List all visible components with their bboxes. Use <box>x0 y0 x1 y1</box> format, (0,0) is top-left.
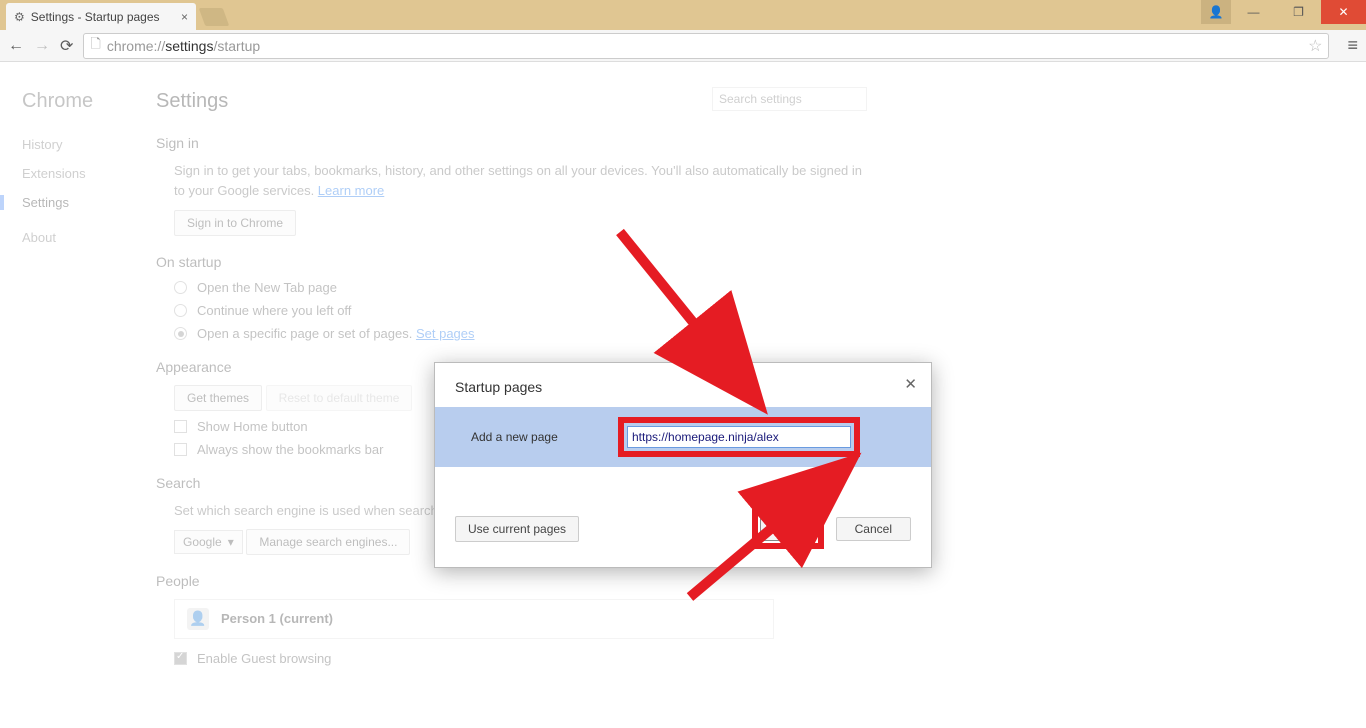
forward-icon[interactable]: → <box>34 37 50 55</box>
sidebar-brand: Chrome <box>22 90 152 113</box>
page-icon: 🗋 <box>90 35 100 57</box>
startup-url-input[interactable] <box>627 426 851 448</box>
startup-opt-continue[interactable]: Continue where you left off <box>174 303 876 318</box>
avatar-icon: 👤 <box>187 608 209 630</box>
set-pages-link[interactable]: Set pages <box>416 326 475 341</box>
url-scheme: chrome:// <box>107 38 165 54</box>
back-icon[interactable]: ← <box>8 37 24 55</box>
reset-theme-button[interactable]: Reset to default theme <box>266 385 413 411</box>
dialog-close-icon[interactable]: ✕ <box>904 375 917 393</box>
search-settings-input[interactable] <box>712 87 867 111</box>
cancel-button[interactable]: Cancel <box>836 517 911 541</box>
hamburger-menu-icon[interactable]: ≡ <box>1347 35 1358 56</box>
sidebar-item-settings[interactable]: Settings <box>0 195 152 210</box>
startup-opt-newtab[interactable]: Open the New Tab page <box>174 280 876 295</box>
sidebar-item-about[interactable]: About <box>22 230 152 245</box>
guest-browsing-checkbox[interactable]: Enable Guest browsing <box>174 651 876 666</box>
new-tab-button[interactable] <box>199 8 230 26</box>
bookmark-star-icon[interactable]: ☆ <box>1308 36 1322 56</box>
signin-heading: Sign in <box>156 135 876 151</box>
get-themes-button[interactable]: Get themes <box>174 385 262 411</box>
signin-button[interactable]: Sign in to Chrome <box>174 210 296 236</box>
url-host: settings <box>165 38 213 54</box>
window-titlebar: ⚙ Settings - Startup pages × 👤 — ❐ ✕ <box>0 0 1366 30</box>
window-close-button[interactable]: ✕ <box>1321 0 1366 24</box>
add-page-row: Add a new page <box>435 407 931 467</box>
add-page-label: Add a new page <box>453 430 618 444</box>
maximize-button[interactable]: ❐ <box>1276 0 1321 24</box>
sidebar-item-history[interactable]: History <box>22 137 152 152</box>
chevron-down-icon: ▾ <box>228 535 234 549</box>
minimize-button[interactable]: — <box>1231 0 1276 24</box>
manage-engines-button[interactable]: Manage search engines... <box>246 529 410 555</box>
person-name: Person 1 (current) <box>221 611 333 626</box>
browser-toolbar: ← → ⟳ 🗋 chrome://settings/startup ☆ ≡ <box>0 30 1366 62</box>
url-highlight-box <box>618 417 860 457</box>
use-current-pages-button[interactable]: Use current pages <box>455 516 579 542</box>
tab-title: Settings - Startup pages <box>31 10 160 24</box>
gear-icon: ⚙ <box>14 10 25 24</box>
reload-icon[interactable]: ⟳ <box>60 36 73 56</box>
learn-more-link[interactable]: Learn more <box>318 183 384 198</box>
sidebar: Chrome History Extensions Settings About <box>22 90 152 674</box>
browser-tab[interactable]: ⚙ Settings - Startup pages × <box>6 3 196 30</box>
profile-icon[interactable]: 👤 <box>1201 0 1231 24</box>
close-tab-icon[interactable]: × <box>181 10 188 24</box>
startup-opt-specific[interactable]: Open a specific page or set of pages. Se… <box>174 326 876 341</box>
search-engine-dropdown[interactable]: Google▾ <box>174 530 243 554</box>
address-bar[interactable]: 🗋 chrome://settings/startup ☆ <box>83 33 1329 59</box>
annotation-arrow-2 <box>680 502 820 627</box>
sidebar-item-extensions[interactable]: Extensions <box>22 166 152 181</box>
url-path: /startup <box>213 38 260 54</box>
annotation-arrow-1 <box>600 222 740 367</box>
startup-heading: On startup <box>156 254 876 270</box>
window-buttons: 👤 — ❐ ✕ <box>1201 0 1366 24</box>
dialog-title: Startup pages <box>455 379 542 395</box>
signin-desc: Sign in to get your tabs, bookmarks, his… <box>174 161 876 200</box>
